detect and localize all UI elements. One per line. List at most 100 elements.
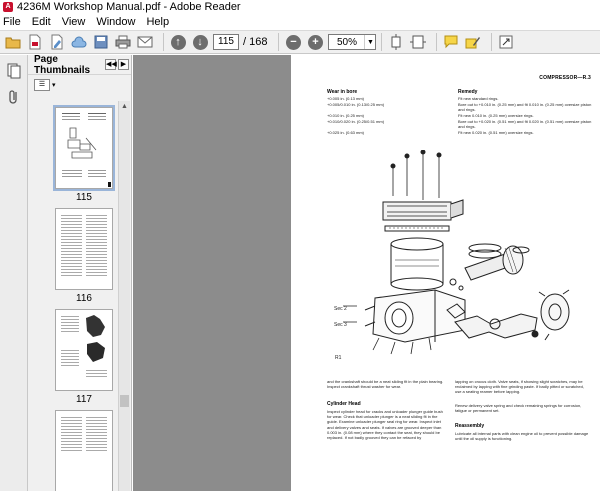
pen-sign-icon (465, 37, 481, 49)
window-title: 4236M Workshop Manual.pdf - Adobe Reader (17, 1, 241, 13)
wear-row-4: +0.010/0.020 in. (0.25/0.51 mm) (327, 119, 385, 124)
zoom-value: 50% (336, 36, 357, 48)
compressor-exploded-diagram (343, 150, 570, 355)
open-folder-icon (5, 37, 21, 49)
expand-button[interactable] (497, 33, 515, 51)
toolbar: ↑ ↓ 115 / 168 − + 50% ▼ (0, 30, 600, 54)
remedy-row-4: Bore out to +0.020 in. (0.51 mm) and fit… (458, 119, 592, 129)
save-button[interactable] (92, 33, 110, 51)
thumbnail-label: 115 (76, 192, 92, 203)
edit-document-icon (51, 34, 63, 50)
toolbar-separator (491, 33, 493, 51)
thumbnail-label: 116 (76, 293, 92, 304)
previous-page-button[interactable]: ↑ (169, 33, 187, 51)
figure-label: R1 (335, 355, 342, 361)
arrow-up-icon: ↑ (170, 34, 186, 50)
body-paragraph: Lubricate all internal parts with clean … (455, 431, 589, 442)
page-thumbnails-icon[interactable] (7, 63, 21, 79)
menu-bar: File Edit View Window Help (0, 14, 600, 30)
open-button[interactable] (4, 33, 22, 51)
menu-help[interactable]: Help (146, 16, 169, 28)
expand-panel-button[interactable]: ▶ (118, 59, 129, 70)
save-icon (94, 35, 108, 49)
navigation-strip (0, 55, 28, 491)
zoom-in-button[interactable]: + (306, 33, 324, 51)
cloud-upload-icon (71, 36, 87, 48)
menu-window[interactable]: Window (96, 16, 135, 28)
column-header-remedy: Remedy (458, 89, 478, 95)
edit-pdf-button[interactable] (48, 33, 66, 51)
remedy-row-2: Bore out to +0.010 in. (0.25 mm) and fit… (458, 102, 592, 112)
toolbar-separator (381, 33, 383, 51)
envelope-icon (137, 36, 153, 48)
remedy-row-1: Fit new standard rings. (458, 96, 499, 101)
title-bar: A 4236M Workshop Manual.pdf - Adobe Read… (0, 0, 600, 14)
remedy-row-3: Fit new 0.010 in. (0.25 mm) oversize rin… (458, 113, 534, 118)
thumbnail-page-118[interactable] (55, 410, 113, 491)
thumbnail-list: 115 116 117 (28, 101, 118, 491)
section-heading-cylinder-head: Cylinder Head (327, 401, 361, 407)
callout-label: Sec 2 (334, 306, 347, 312)
zoom-out-button[interactable]: − (284, 33, 302, 51)
arrow-down-icon: ↓ (192, 34, 208, 50)
section-heading-reassembly: Reassembly (455, 423, 485, 429)
thumbnail-scrollbar[interactable]: ▲ (118, 101, 130, 491)
fit-page-icon (391, 34, 401, 50)
comment-button[interactable] (442, 33, 460, 51)
fit-width-button[interactable] (409, 33, 427, 51)
plus-icon: + (307, 34, 323, 50)
menu-edit[interactable]: Edit (32, 16, 51, 28)
paperclip-icon[interactable] (7, 89, 21, 105)
thumbnail-options-button[interactable]: ☰ (34, 79, 50, 91)
zoom-select[interactable]: 50% ▼ (328, 34, 377, 50)
fit-page-button[interactable] (387, 33, 405, 51)
toolbar-separator (163, 33, 164, 51)
wear-row-3: +0.010 in. (0.25 mm) (327, 113, 365, 118)
wear-row-2: +0.005/0.010 in. (0.13/0.25 mm) (327, 102, 385, 107)
menu-view[interactable]: View (62, 16, 86, 28)
body-paragraph: Inspect cylinder head for cracks and unl… (327, 409, 443, 441)
toolbar-separator (278, 33, 280, 51)
print-button[interactable] (114, 33, 132, 51)
email-button[interactable] (136, 33, 154, 51)
body-paragraph: and the crankshaft should be a neat slid… (327, 379, 444, 390)
create-pdf-icon (29, 34, 41, 50)
panel-header: Page Thumbnails ◀◀ ▶ (28, 53, 131, 76)
thumbnails-panel: Page Thumbnails ◀◀ ▶ ☰ ▾ 115 116 117 ▲ (28, 53, 132, 491)
scroll-up-arrow-icon[interactable]: ▲ (121, 103, 128, 110)
create-pdf-button[interactable] (26, 33, 44, 51)
page-header: COMPRESSOR—R.3 (539, 75, 591, 81)
sign-button[interactable] (464, 33, 482, 51)
adobe-reader-icon: A (3, 2, 13, 12)
printer-icon (115, 35, 131, 49)
body-paragraph: Renew delivery valve spring and check re… (455, 403, 582, 414)
wear-row-5: +0.025 in. (0.63 mm) (327, 130, 365, 135)
thumbnail-page-115[interactable] (53, 105, 115, 191)
collapse-panel-button[interactable]: ◀◀ (105, 59, 117, 70)
panel-title: Page Thumbnails (34, 53, 91, 76)
remedy-row-5: Fit new 0.020 in. (0.51 mm) oversize rin… (458, 130, 534, 135)
wear-row-1: +0.005 in. (0.13 mm) (327, 96, 365, 101)
callout-label: Sec 3 (334, 322, 347, 328)
expand-icon (499, 35, 513, 49)
upload-button[interactable] (70, 33, 88, 51)
thumbnail-page-116[interactable] (55, 208, 113, 290)
menu-file[interactable]: File (3, 16, 21, 28)
thumbnail-label: 117 (76, 394, 92, 405)
minus-icon: − (285, 34, 301, 50)
column-header-wear: Wear in bore (327, 89, 358, 95)
panel-tools: ☰ ▾ (28, 75, 131, 95)
chevron-down-icon: ▾ (52, 82, 56, 89)
toolbar-separator (436, 33, 438, 51)
fit-width-icon (410, 35, 427, 49)
chevron-down-icon: ▼ (364, 35, 375, 49)
pdf-page: COMPRESSOR—R.3 Wear in bore Remedy +0.00… (291, 55, 600, 491)
page-total: / 168 (243, 36, 268, 48)
page-number-input[interactable]: 115 (213, 34, 239, 50)
scrollbar-thumb[interactable] (120, 395, 129, 407)
speech-bubble-icon (444, 35, 458, 49)
document-viewport[interactable]: COMPRESSOR—R.3 Wear in bore Remedy +0.00… (133, 55, 600, 491)
body-paragraph: lapping on crocus cloth. Valve seats, if… (455, 379, 584, 395)
thumbnail-page-117[interactable] (55, 309, 113, 391)
next-page-button[interactable]: ↓ (191, 33, 209, 51)
